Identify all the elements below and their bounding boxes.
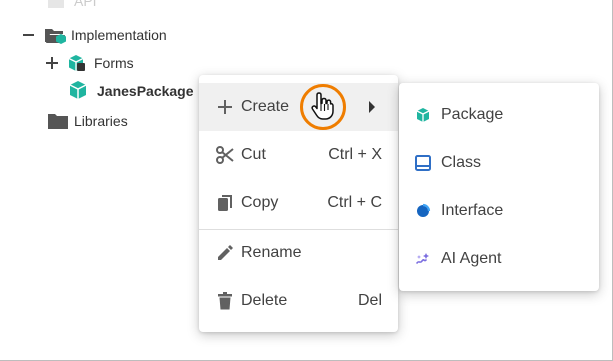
context-menu: Create Cut Ctrl + X Copy Ctrl + C Rename bbox=[199, 75, 398, 332]
tree-item-janespackage[interactable]: JanesPackage bbox=[68, 80, 198, 100]
menu-item-label: Create bbox=[241, 98, 290, 115]
trash-icon bbox=[218, 292, 232, 310]
tree-item-label: Forms bbox=[94, 55, 134, 71]
package-badge-icon bbox=[56, 34, 66, 44]
lock-badge-icon bbox=[77, 63, 85, 71]
submenu-item-interface[interactable]: Interface bbox=[399, 187, 599, 235]
menu-item-shortcut: Del bbox=[357, 292, 382, 309]
tree-item-forms[interactable]: Forms bbox=[44, 53, 154, 73]
submenu-arrow-icon bbox=[369, 101, 375, 113]
collapse-icon[interactable] bbox=[23, 34, 34, 36]
submenu-item-label: AI Agent bbox=[441, 250, 502, 267]
copy-icon bbox=[218, 195, 232, 211]
submenu-item-class[interactable]: Class bbox=[399, 139, 599, 187]
menu-item-label: Rename bbox=[241, 244, 302, 261]
menu-item-shortcut: Ctrl + X bbox=[328, 146, 382, 163]
menu-item-cut[interactable]: Cut Ctrl + X bbox=[199, 131, 398, 179]
interface-icon bbox=[417, 203, 431, 217]
create-submenu: Package Class Interface AI Agent bbox=[399, 83, 599, 291]
tree-item-label: JanesPackage bbox=[97, 83, 194, 99]
tree-item-label: Implementation bbox=[71, 27, 167, 43]
menu-item-copy[interactable]: Copy Ctrl + C bbox=[199, 179, 398, 227]
tree-item-implementation[interactable]: Implementation bbox=[20, 25, 190, 45]
tree-item-libraries[interactable]: Libraries bbox=[46, 111, 146, 131]
package-icon bbox=[416, 108, 430, 122]
menu-item-label: Cut bbox=[241, 146, 266, 163]
pencil-icon bbox=[218, 245, 233, 260]
scissors-icon bbox=[216, 146, 234, 164]
package-icon bbox=[69, 81, 87, 99]
menu-item-delete[interactable]: Delete Del bbox=[199, 277, 398, 325]
ai-agent-icon bbox=[416, 253, 429, 264]
expand-icon[interactable] bbox=[46, 57, 58, 69]
submenu-item-package[interactable]: Package bbox=[399, 91, 599, 139]
submenu-item-label: Interface bbox=[441, 202, 504, 219]
hand-pointer-icon bbox=[311, 92, 334, 120]
submenu-item-label: Package bbox=[441, 106, 504, 123]
menu-item-label: Delete bbox=[241, 292, 288, 309]
tree-item-api[interactable]: API bbox=[46, 0, 106, 10]
submenu-item-ai-agent[interactable]: AI Agent bbox=[399, 235, 599, 283]
class-icon bbox=[415, 155, 431, 171]
submenu-item-label: Class bbox=[441, 154, 482, 171]
folder-icon bbox=[48, 114, 68, 129]
plus-icon bbox=[218, 100, 232, 114]
menu-item-shortcut: Ctrl + C bbox=[327, 194, 382, 211]
file-icon bbox=[48, 0, 64, 8]
menu-item-rename[interactable]: Rename bbox=[199, 229, 398, 277]
menu-item-label: Copy bbox=[241, 194, 279, 211]
tree-item-label: API bbox=[74, 0, 97, 9]
tree-item-label: Libraries bbox=[74, 113, 128, 129]
menu-item-create[interactable]: Create bbox=[199, 83, 398, 131]
